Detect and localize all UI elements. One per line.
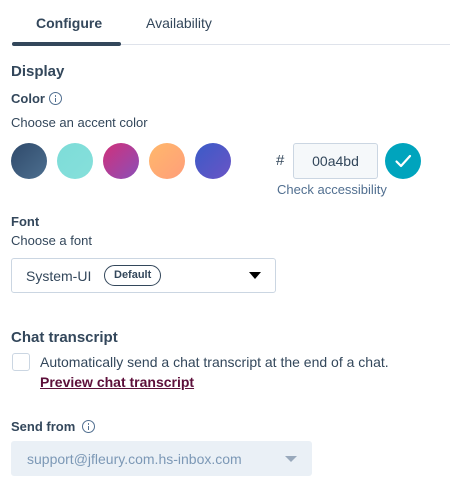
- default-badge: Default: [104, 265, 162, 286]
- swatch-aqua[interactable]: [57, 143, 93, 179]
- chat-transcript-heading: Chat transcript: [11, 329, 118, 346]
- color-label: Color: [11, 91, 45, 106]
- display-heading: Display: [11, 63, 65, 80]
- font-hint: Choose a font: [11, 233, 92, 248]
- font-select[interactable]: System-UI Default: [11, 258, 276, 293]
- info-icon[interactable]: [49, 92, 62, 105]
- apply-color-button[interactable]: [385, 143, 421, 179]
- hash-prefix: #: [276, 152, 285, 169]
- active-tab-indicator: [12, 42, 121, 46]
- checkmark-icon: [395, 154, 412, 168]
- swatch-peach[interactable]: [149, 143, 185, 179]
- send-from-select: support@jfleury.com.hs-inbox.com: [11, 441, 312, 476]
- hex-color-input[interactable]: [293, 143, 378, 179]
- color-hint: Choose an accent color: [11, 115, 148, 130]
- swatch-indigo[interactable]: [195, 143, 231, 179]
- swatch-magenta[interactable]: [103, 143, 139, 179]
- check-accessibility-link[interactable]: Check accessibility: [277, 182, 387, 197]
- send-from-value: support@jfleury.com.hs-inbox.com: [27, 451, 242, 467]
- preview-transcript-link[interactable]: Preview chat transcript: [40, 374, 194, 390]
- auto-send-transcript-checkbox[interactable]: [12, 353, 30, 371]
- swatch-navy[interactable]: [11, 143, 47, 179]
- caret-down-icon: [285, 456, 297, 462]
- caret-down-icon: [249, 272, 261, 279]
- font-selected-value: System-UI: [26, 268, 92, 284]
- info-icon[interactable]: [82, 420, 95, 433]
- tab-configure[interactable]: Configure: [36, 15, 102, 31]
- auto-send-transcript-label[interactable]: Automatically send a chat transcript at …: [40, 354, 389, 370]
- tab-bar: Configure Availability: [0, 0, 450, 46]
- send-from-label: Send from: [11, 419, 76, 434]
- font-label: Font: [11, 214, 40, 229]
- tab-availability[interactable]: Availability: [146, 15, 212, 31]
